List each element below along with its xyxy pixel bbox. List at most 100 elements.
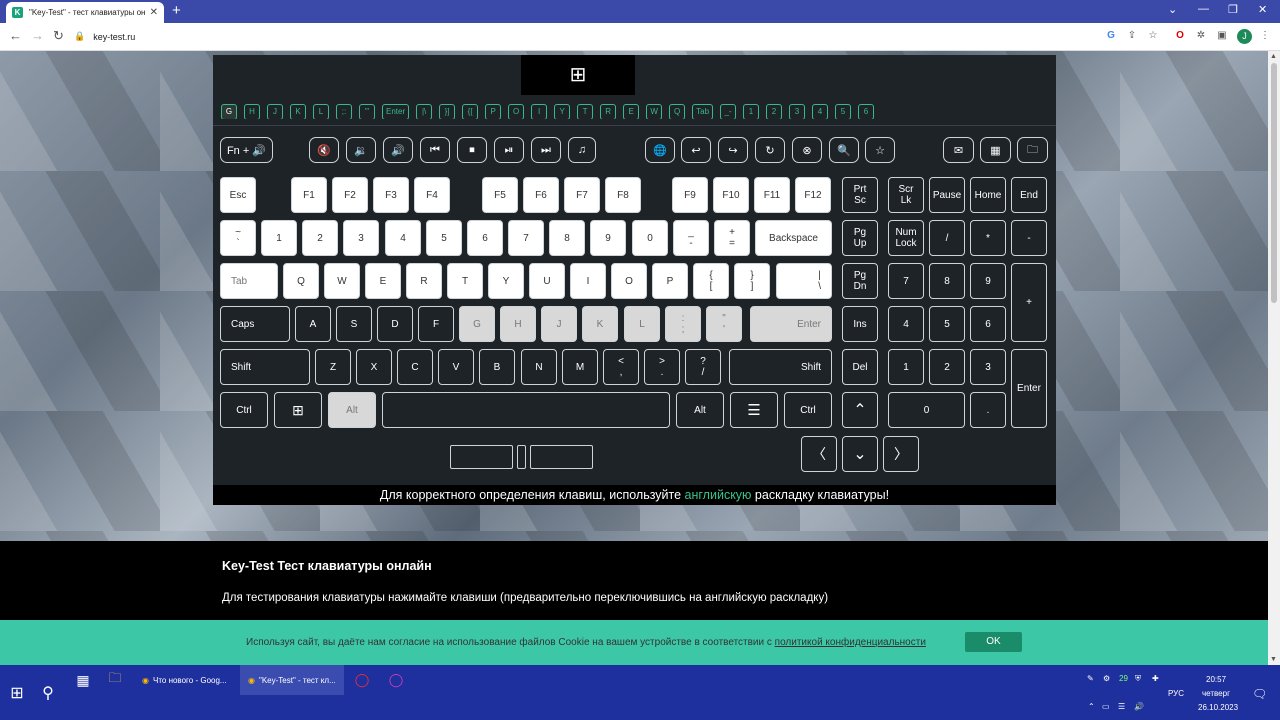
tray-shield-icon[interactable]: ⛨ [1135, 674, 1141, 684]
key-5[interactable]: 5 [426, 220, 462, 256]
key-l[interactable]: L [624, 306, 660, 342]
key-f4[interactable]: F4 [414, 177, 450, 213]
key-enter[interactable]: Enter [750, 306, 832, 342]
key-np-plus[interactable]: + [1011, 263, 1047, 342]
key-comma[interactable]: < , [603, 349, 639, 385]
clock-time[interactable]: 20:57 [1206, 675, 1226, 684]
key-pgup[interactable]: Pg Up [842, 220, 878, 256]
key-f7[interactable]: F7 [564, 177, 600, 213]
key-lshift[interactable]: Shift [220, 349, 310, 385]
key-b[interactable]: B [479, 349, 515, 385]
refresh-icon[interactable]: ↻ [755, 137, 785, 163]
bookmark-star-icon[interactable]: ☆ [1147, 30, 1159, 42]
key-n[interactable]: N [521, 349, 557, 385]
file-explorer-icon[interactable]: 🗀 [102, 665, 128, 695]
arrow-left-icon[interactable]: 〈 [801, 436, 837, 472]
key-esc[interactable]: Esc [220, 177, 256, 213]
volume-down-icon[interactable]: 🔉 [346, 137, 376, 163]
tab-close-icon[interactable]: ✕ [150, 7, 158, 18]
key-period[interactable]: > . [644, 349, 680, 385]
key-np-5[interactable]: 5 [929, 306, 965, 342]
key-lctrl[interactable]: Ctrl [220, 392, 268, 428]
music-icon[interactable]: ♫ [568, 137, 596, 163]
windows-key-icon[interactable]: ⊞ [274, 392, 322, 428]
tray-chevron-icon[interactable]: ⌃ [1088, 702, 1095, 711]
tray-display-icon[interactable]: ▭ [1102, 702, 1110, 711]
close-window-button[interactable]: ✕ [1258, 3, 1267, 16]
key-f5[interactable]: F5 [482, 177, 518, 213]
key-space[interactable] [382, 392, 670, 428]
key-ins[interactable]: Ins [842, 306, 878, 342]
mute-icon[interactable]: 🔇 [309, 137, 339, 163]
opera-gx-icon[interactable]: ◯ [384, 665, 408, 695]
key-p[interactable]: P [652, 263, 688, 299]
key-np-8[interactable]: 8 [929, 263, 965, 299]
tray-security-icon[interactable]: ✚ [1152, 674, 1159, 683]
key-f11[interactable]: F11 [754, 177, 790, 213]
key-g[interactable]: G [459, 306, 495, 342]
key-quote[interactable]: " ' [706, 306, 742, 342]
key-scrlk[interactable]: Scr Lk [888, 177, 924, 213]
key-r[interactable]: R [406, 263, 442, 299]
key-np-9[interactable]: 9 [970, 263, 1006, 299]
key-np-7[interactable]: 7 [888, 263, 924, 299]
tray-wifi-icon[interactable]: ☰ [1118, 702, 1125, 711]
key-0[interactable]: 0 [632, 220, 668, 256]
key-8[interactable]: 8 [549, 220, 585, 256]
key-f10[interactable]: F10 [713, 177, 749, 213]
trackpad-left-button[interactable] [450, 445, 513, 469]
key-numlock[interactable]: Num Lock [888, 220, 924, 256]
arrow-up-icon[interactable]: ⌃ [842, 392, 878, 428]
new-tab-button[interactable]: + [172, 2, 181, 19]
key-s[interactable]: S [336, 306, 372, 342]
key-m[interactable]: M [562, 349, 598, 385]
volume-up-icon[interactable]: 🔊 [383, 137, 413, 163]
side-panel-icon[interactable]: ▣ [1216, 30, 1228, 42]
key-minus[interactable]: _ - [673, 220, 709, 256]
extensions-icon[interactable]: ✲ [1195, 30, 1207, 42]
key-np-6[interactable]: 6 [970, 306, 1006, 342]
prev-track-icon[interactable]: ⏮ [420, 137, 450, 163]
trackpad-scroll[interactable] [517, 445, 526, 469]
trackpad-right-button[interactable] [530, 445, 593, 469]
key-prtsc[interactable]: Prt Sc [842, 177, 878, 213]
stop-icon[interactable]: ⏹ [457, 137, 487, 163]
fn-volume-key[interactable]: Fn + 🔊 [220, 137, 273, 163]
key-end[interactable]: End [1011, 177, 1047, 213]
forward-icon[interactable]: → [31, 28, 44, 43]
key-np-dot[interactable]: . [970, 392, 1006, 428]
browser-back-icon[interactable]: ↩ [681, 137, 711, 163]
key-f9[interactable]: F9 [672, 177, 708, 213]
key-t[interactable]: T [447, 263, 483, 299]
key-rbracket[interactable]: } ] [734, 263, 770, 299]
menu-key-icon[interactable]: ☰ [730, 392, 778, 428]
key-e[interactable]: E [365, 263, 401, 299]
key-pause[interactable]: Pause [929, 177, 965, 213]
calculator-app-icon[interactable]: ▦ [70, 665, 96, 695]
key-np-multiply[interactable]: * [970, 220, 1006, 256]
key-pgdn[interactable]: Pg Dn [842, 263, 878, 299]
play-pause-icon[interactable]: ⏯ [494, 137, 524, 163]
key-np-4[interactable]: 4 [888, 306, 924, 342]
tray-language[interactable]: РУС [1168, 689, 1184, 698]
search-taskbar-icon[interactable]: ⚲ [34, 665, 62, 720]
key-backslash[interactable]: | \ [776, 263, 832, 299]
cookie-ok-button[interactable]: OK [965, 632, 1022, 652]
key-ralt[interactable]: Alt [676, 392, 724, 428]
key-f1[interactable]: F1 [291, 177, 327, 213]
key-o[interactable]: O [611, 263, 647, 299]
profile-avatar[interactable]: J [1237, 29, 1252, 44]
key-tab[interactable]: Tab [220, 263, 278, 299]
key-np-divide[interactable]: / [929, 220, 965, 256]
opera-icon[interactable]: ◯ [350, 665, 374, 695]
key-k[interactable]: K [582, 306, 618, 342]
minimize-button[interactable]: — [1198, 3, 1209, 15]
key-tilde[interactable]: ~ ` [220, 220, 256, 256]
key-u[interactable]: U [529, 263, 565, 299]
back-icon[interactable]: ← [9, 28, 22, 43]
key-caps[interactable]: Caps [220, 306, 290, 342]
privacy-policy-link[interactable]: политикой конфиденциальности [775, 637, 926, 648]
key-f12[interactable]: F12 [795, 177, 831, 213]
key-rctrl[interactable]: Ctrl [784, 392, 832, 428]
key-z[interactable]: Z [315, 349, 351, 385]
